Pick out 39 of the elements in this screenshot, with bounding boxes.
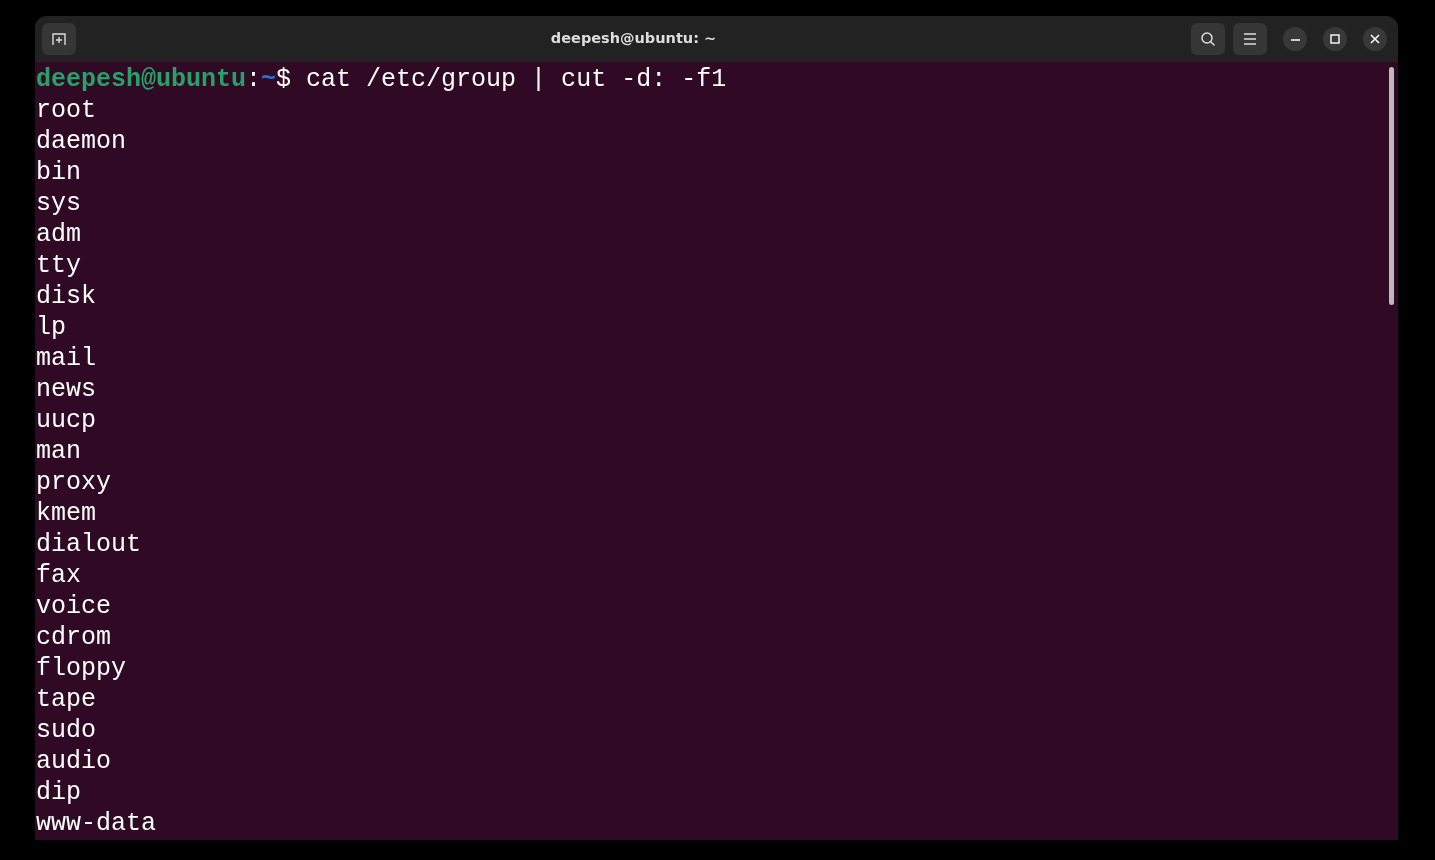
output-line: sudo bbox=[36, 715, 96, 746]
output-line: audio bbox=[36, 746, 111, 777]
output-line: sys bbox=[36, 188, 81, 219]
output-line: proxy bbox=[36, 467, 111, 498]
output-line: bin bbox=[36, 157, 81, 188]
output-line: disk bbox=[36, 281, 96, 312]
menu-button[interactable] bbox=[1233, 23, 1267, 55]
output-line: www-data bbox=[36, 808, 157, 839]
output-line: fax bbox=[36, 560, 81, 591]
output-line: adm bbox=[36, 219, 81, 250]
close-icon bbox=[1370, 34, 1380, 44]
output-line: tape bbox=[36, 684, 96, 715]
close-button[interactable] bbox=[1363, 27, 1387, 51]
menu-icon bbox=[1243, 33, 1257, 45]
minimize-button[interactable] bbox=[1283, 27, 1307, 51]
output-line: news bbox=[36, 374, 96, 405]
window-title: deepesh@ubuntu: ~ bbox=[549, 29, 718, 49]
output-line: dip bbox=[36, 777, 81, 808]
new-tab-button[interactable] bbox=[42, 23, 76, 55]
output-line: root bbox=[36, 95, 96, 126]
output-line: dialout bbox=[36, 529, 142, 560]
search-button[interactable] bbox=[1191, 23, 1225, 55]
output-line: mail bbox=[36, 343, 96, 374]
maximize-icon bbox=[1330, 34, 1340, 44]
output-line: voice bbox=[36, 591, 111, 622]
output-line: lp bbox=[36, 312, 66, 343]
output-line: tty bbox=[36, 250, 81, 281]
output-line: cdrom bbox=[36, 622, 111, 653]
output-line: uucp bbox=[36, 405, 96, 436]
command-line: deepesh@ubuntu:~$ cat /etc/group | cut -d: -f1 bbox=[36, 64, 727, 95]
new-tab-icon bbox=[51, 32, 67, 46]
output-line: daemon bbox=[36, 126, 126, 157]
scrollbar-thumb[interactable] bbox=[1389, 67, 1394, 305]
output-line: floppy bbox=[36, 653, 126, 684]
output-line: kmem bbox=[36, 498, 96, 529]
maximize-button[interactable] bbox=[1323, 27, 1347, 51]
search-icon bbox=[1200, 31, 1216, 47]
output-line: man bbox=[36, 436, 81, 467]
minimize-icon bbox=[1290, 37, 1300, 41]
